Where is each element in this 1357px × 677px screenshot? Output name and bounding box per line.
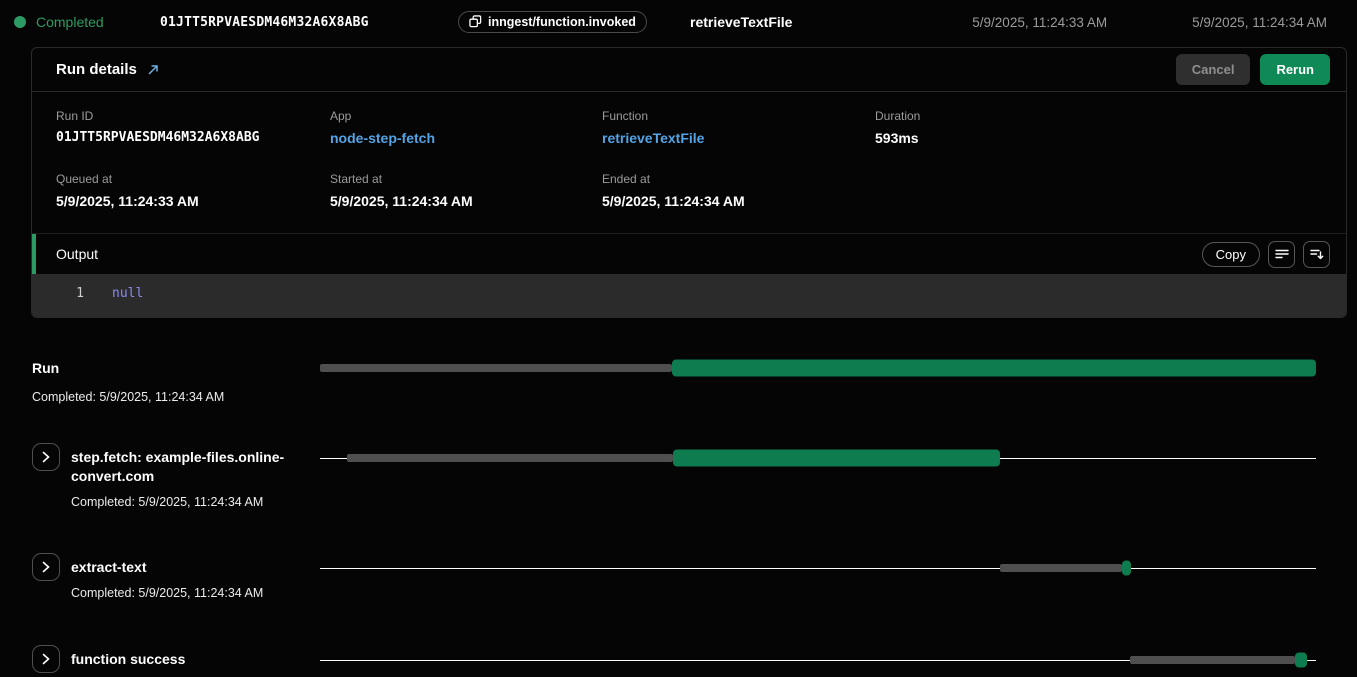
function-link[interactable]: retrieveTextFile bbox=[602, 130, 704, 146]
expand-step-button[interactable] bbox=[32, 553, 60, 581]
copy-icon bbox=[469, 15, 482, 28]
chevron-right-icon bbox=[42, 561, 50, 573]
timeline-row-completed: Completed: 5/9/2025, 11:24:34 AM bbox=[71, 586, 263, 601]
timeline-segment-active bbox=[673, 450, 1001, 467]
rerun-button[interactable]: Rerun bbox=[1260, 54, 1330, 85]
queued-time-text: 5/9/2025, 11:24:33 AM bbox=[972, 15, 1107, 30]
field-duration: Duration 593ms bbox=[875, 109, 1322, 146]
run-detail-grid: Run ID 01JTT5RPVAESDM46M32A6X8ABG App no… bbox=[32, 92, 1346, 233]
field-ended-at: Ended at 5/9/2025, 11:24:34 AM bbox=[602, 172, 875, 209]
timeline-track[interactable] bbox=[320, 651, 1316, 669]
run-timeline: Run Completed: 5/9/2025, 11:24:34 AM ste… bbox=[0, 358, 1357, 677]
cancel-button[interactable]: Cancel bbox=[1176, 54, 1251, 85]
chevron-right-icon bbox=[42, 451, 50, 463]
event-name-badge[interactable]: inngest/function.invoked bbox=[458, 11, 647, 33]
timeline-segment-queued bbox=[1000, 564, 1122, 572]
output-title: Output bbox=[56, 246, 98, 262]
run-details-panel: Run details Cancel Rerun Run ID 01JTT5RP… bbox=[31, 47, 1347, 318]
field-app: App node-step-fetch bbox=[330, 109, 602, 146]
open-run-external-link-icon[interactable] bbox=[147, 64, 159, 76]
timeline-segment-marker bbox=[1122, 561, 1131, 576]
timeline-segment-marker bbox=[1295, 653, 1307, 668]
timeline-segment-queued bbox=[347, 454, 673, 462]
timeline-row-label: function success bbox=[71, 650, 263, 669]
timeline-segment-active bbox=[672, 360, 1316, 377]
timeline-row-completed: Completed: 5/9/2025, 11:24:34 AM bbox=[32, 390, 224, 405]
output-section-header: Output Copy bbox=[32, 233, 1346, 274]
timeline-track[interactable] bbox=[320, 559, 1316, 577]
code-line-number: 1 bbox=[32, 286, 84, 301]
code-output-value: null bbox=[112, 286, 143, 301]
status-dot-icon bbox=[14, 16, 26, 28]
event-name-label: inngest/function.invoked bbox=[488, 15, 636, 29]
run-id-text: 01JTT5RPVAESDM46M32A6X8ABG bbox=[160, 15, 458, 30]
expand-step-button[interactable] bbox=[32, 443, 60, 471]
timeline-row-completed: Completed: 5/9/2025, 11:24:34 AM bbox=[71, 495, 308, 510]
run-details-header: Run details Cancel Rerun bbox=[32, 48, 1346, 92]
timeline-segment-queued bbox=[1130, 656, 1295, 664]
timeline-track[interactable] bbox=[320, 359, 1316, 377]
field-queued-at: Queued at 5/9/2025, 11:24:33 AM bbox=[56, 172, 330, 209]
timeline-row-label: Run bbox=[32, 359, 224, 378]
timeline-row-extract-text: extract-text Completed: 5/9/2025, 11:24:… bbox=[0, 553, 1357, 601]
started-time-text: 5/9/2025, 11:24:34 AM bbox=[1192, 15, 1327, 30]
expand-output-icon[interactable] bbox=[1303, 241, 1330, 268]
field-function: Function retrieveTextFile bbox=[602, 109, 875, 146]
run-status: Completed bbox=[14, 14, 160, 30]
timeline-row-step-fetch: step.fetch: example-files.online-convert… bbox=[0, 443, 1357, 510]
output-code-viewer[interactable]: 1 null bbox=[32, 274, 1346, 317]
timeline-row-run: Run Completed: 5/9/2025, 11:24:34 AM bbox=[0, 358, 1357, 405]
field-run-id: Run ID 01JTT5RPVAESDM46M32A6X8ABG bbox=[56, 109, 330, 146]
timeline-track[interactable] bbox=[320, 449, 1316, 467]
timeline-row-function-success: function success Completed: 5/9/2025, 11… bbox=[0, 645, 1357, 677]
output-accent-bar bbox=[32, 234, 36, 274]
copy-output-button[interactable]: Copy bbox=[1202, 242, 1260, 267]
timeline-segment-queued bbox=[320, 364, 672, 372]
timeline-row-label: extract-text bbox=[71, 558, 263, 577]
app-link[interactable]: node-step-fetch bbox=[330, 130, 435, 146]
panel-title: Run details bbox=[56, 61, 137, 78]
run-summary-bar: Completed 01JTT5RPVAESDM46M32A6X8ABG inn… bbox=[0, 0, 1357, 44]
word-wrap-icon[interactable] bbox=[1268, 241, 1295, 268]
chevron-right-icon bbox=[42, 653, 50, 665]
function-name-text: retrieveTextFile bbox=[690, 14, 972, 30]
field-started-at: Started at 5/9/2025, 11:24:34 AM bbox=[330, 172, 602, 209]
timeline-row-label: step.fetch: example-files.online-convert… bbox=[71, 448, 308, 486]
status-label: Completed bbox=[36, 14, 104, 30]
expand-step-button[interactable] bbox=[32, 645, 60, 673]
